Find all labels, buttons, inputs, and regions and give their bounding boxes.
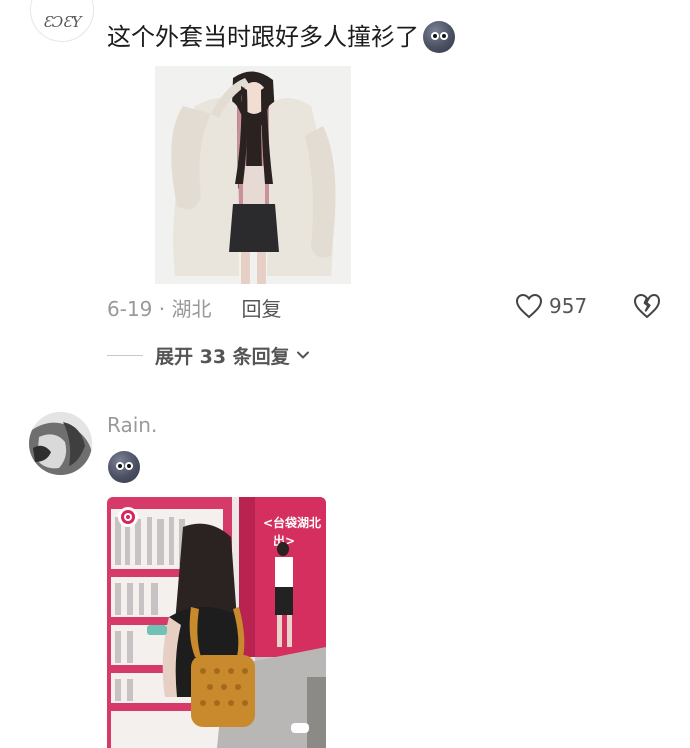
avatar[interactable]	[29, 412, 92, 475]
expand-replies-label: 展开 33 条回复	[155, 345, 290, 368]
avatar-image	[29, 412, 92, 475]
avatar[interactable]: ƐƆƐY	[30, 0, 94, 42]
svg-text:<台袋湖北: <台袋湖北	[263, 515, 321, 530]
chevron-down-icon	[296, 351, 309, 359]
comment-photo[interactable]: <台袋湖北 出>	[107, 497, 326, 748]
bookstore-photo-illustration: <台袋湖北 出>	[107, 497, 326, 748]
broken-heart-icon[interactable]	[632, 291, 662, 321]
like-count: 957	[549, 294, 588, 318]
like-button[interactable]: 957	[515, 291, 587, 321]
avatar-logo-text: ƐƆƐY	[42, 13, 82, 31]
comment-text: 这个外套当时跟好多人撞衫了	[107, 20, 455, 54]
expand-replies-button[interactable]: 展开 33 条回复	[107, 340, 310, 370]
username[interactable]: Rain.	[107, 413, 157, 437]
date-location: 6-19 · 湖北	[107, 296, 212, 321]
comment-body: 这个外套当时跟好多人撞衫了	[107, 23, 419, 51]
reply-button[interactable]: 回复	[241, 293, 281, 322]
comment-text	[108, 451, 140, 483]
blue-face-emoji-icon	[108, 451, 140, 483]
comment-photo[interactable]	[155, 66, 351, 284]
comment-meta: 6-19 · 湖北 回复	[107, 292, 281, 322]
jacket-photo-illustration	[155, 66, 351, 284]
heart-icon	[515, 293, 543, 319]
divider-line	[107, 354, 143, 356]
blue-face-emoji-icon	[423, 21, 455, 53]
